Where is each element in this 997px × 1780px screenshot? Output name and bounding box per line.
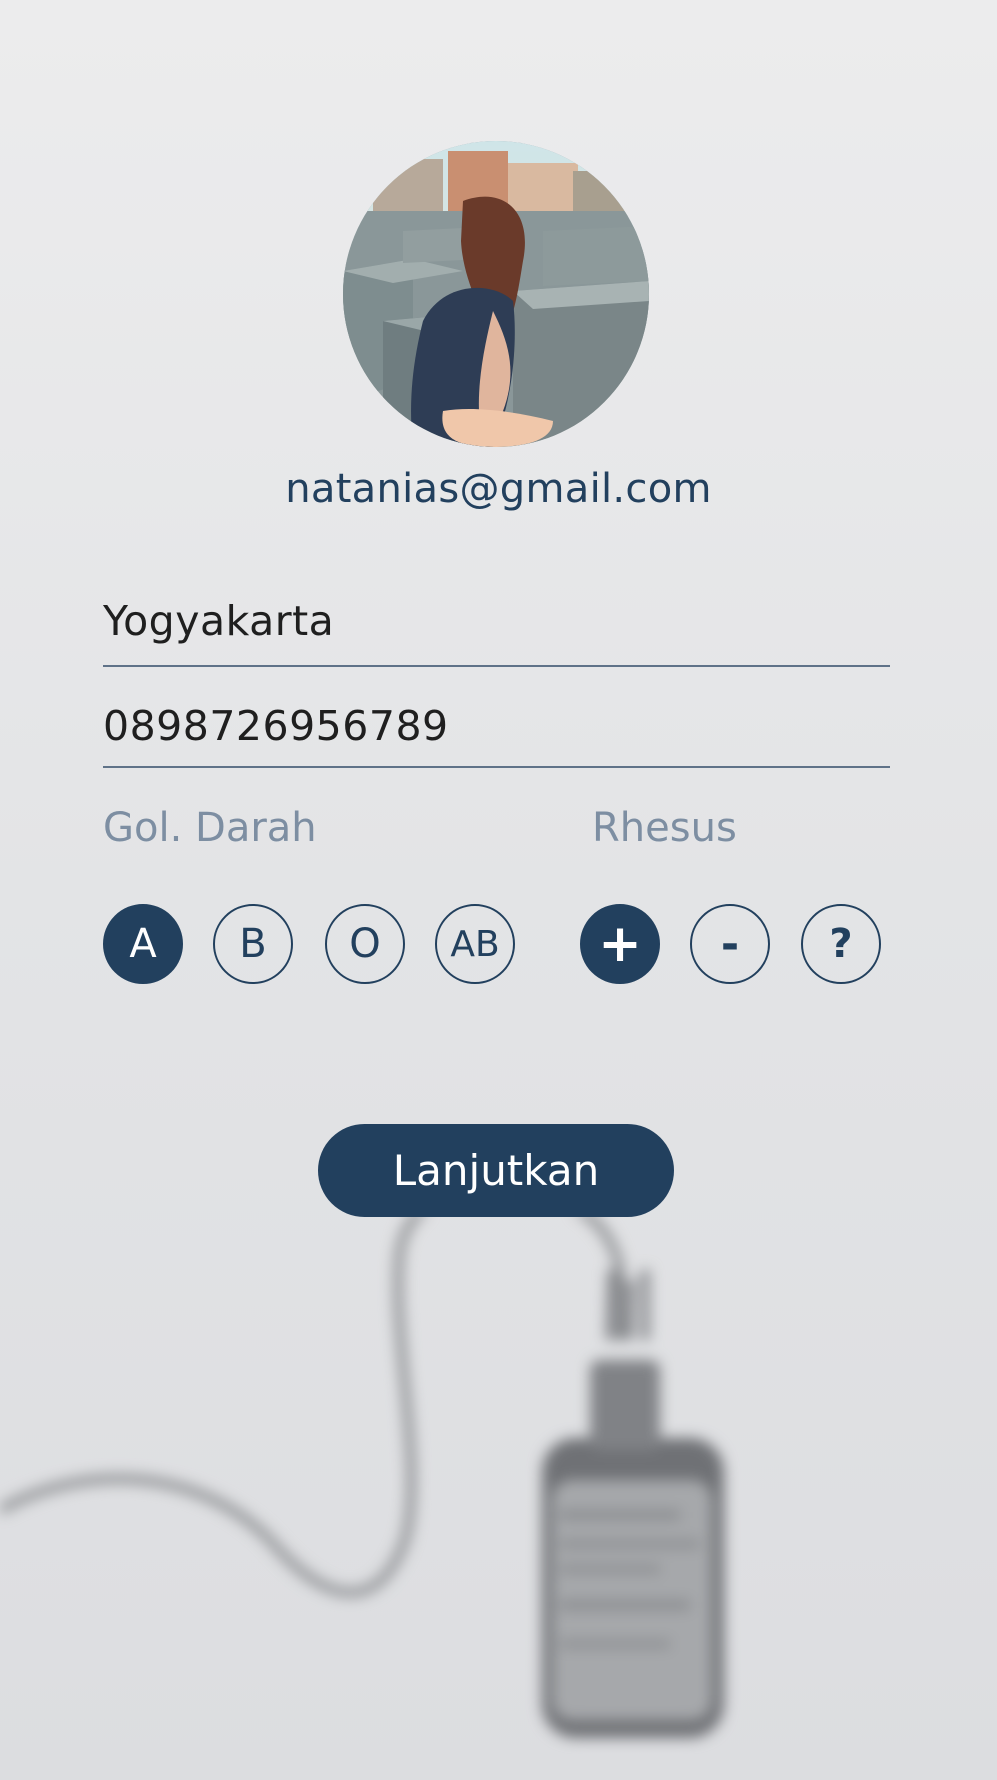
profile-email: natanias@gmail.com (285, 466, 712, 512)
city-field-value: Yogyakarta (103, 597, 335, 645)
blood-type-option-b[interactable]: B (213, 904, 293, 984)
profile-form-screen: natanias@gmail.com Yogyakarta 0898726956… (0, 0, 997, 1780)
rhesus-option-negative[interactable]: - (690, 904, 770, 984)
rhesus-label: Rhesus (592, 805, 737, 851)
blood-bag-background-image (0, 1210, 724, 1738)
blood-type-option-a[interactable]: A (103, 904, 183, 984)
continue-button[interactable]: Lanjutkan (318, 1124, 674, 1217)
rhesus-option-positive[interactable]: + (580, 904, 660, 984)
blood-type-option-o[interactable]: O (325, 904, 405, 984)
city-field[interactable]: Yogyakarta (103, 585, 890, 667)
phone-field[interactable]: 0898726956789 (103, 690, 890, 768)
profile-photo-icon (343, 141, 649, 447)
blood-type-label: Gol. Darah (103, 805, 317, 851)
blood-type-option-ab[interactable]: AB (435, 904, 515, 984)
rhesus-option-unknown[interactable]: ? (801, 904, 881, 984)
profile-avatar[interactable] (343, 141, 649, 447)
phone-field-value: 0898726956789 (103, 702, 449, 750)
